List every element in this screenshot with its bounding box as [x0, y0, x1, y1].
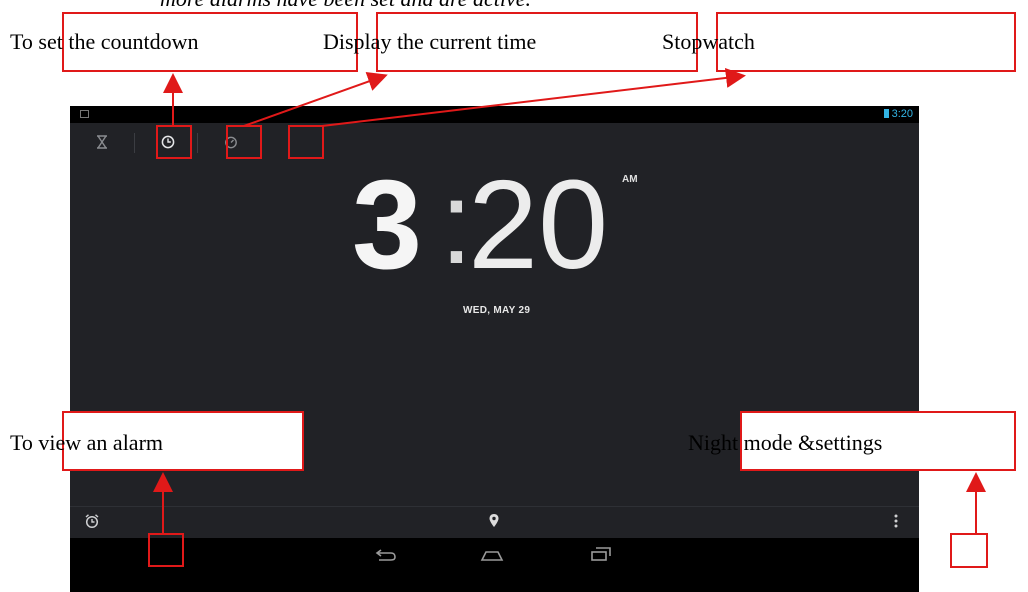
status-right: 3:20: [883, 108, 913, 120]
home-icon[interactable]: [480, 546, 504, 567]
battery-icon: [883, 109, 889, 118]
tab-divider: [134, 133, 135, 153]
clock-hour: 3: [352, 154, 423, 295]
tab-divider: [197, 133, 198, 153]
annotation-countdown: To set the countdown: [10, 29, 199, 54]
notification-icon: [80, 110, 89, 118]
status-time: 3:20: [891, 108, 913, 120]
back-icon[interactable]: [375, 546, 397, 567]
tab-bar: [70, 123, 919, 157]
navigation-bar: [70, 538, 919, 592]
label-box-stopwatch: [716, 12, 1016, 72]
highlight-countdown-tab: [156, 125, 192, 159]
clock-app-screen: 3:20 3 : 20 AM WED, MAY 29: [70, 106, 919, 592]
date-label: WED, MAY 29: [463, 305, 531, 316]
annotation-stopwatch: Stopwatch: [662, 29, 755, 54]
clock-minutes: 20: [468, 154, 609, 295]
annotation-current-time: Display the current time: [323, 29, 537, 54]
recents-icon[interactable]: [590, 546, 612, 567]
highlight-alarm-button: [148, 533, 184, 567]
caption: more alarms have been set and are active…: [160, 0, 531, 12]
annotation-view-alarm: To view an alarm: [10, 430, 164, 455]
overflow-menu-icon[interactable]: [893, 513, 899, 533]
bottom-action-bar: [70, 506, 919, 539]
highlight-stopwatch-tab: [288, 125, 324, 159]
highlight-clock-tab: [226, 125, 262, 159]
map-pin-icon[interactable]: [488, 513, 500, 533]
highlight-settings-button: [950, 533, 988, 568]
hourglass-icon[interactable]: [89, 129, 115, 155]
status-bar: 3:20: [70, 106, 919, 123]
annotation-night-mode: Night mode &settings: [688, 430, 883, 455]
clock-ampm: AM: [622, 174, 638, 185]
alarm-clock-icon[interactable]: [84, 513, 100, 533]
